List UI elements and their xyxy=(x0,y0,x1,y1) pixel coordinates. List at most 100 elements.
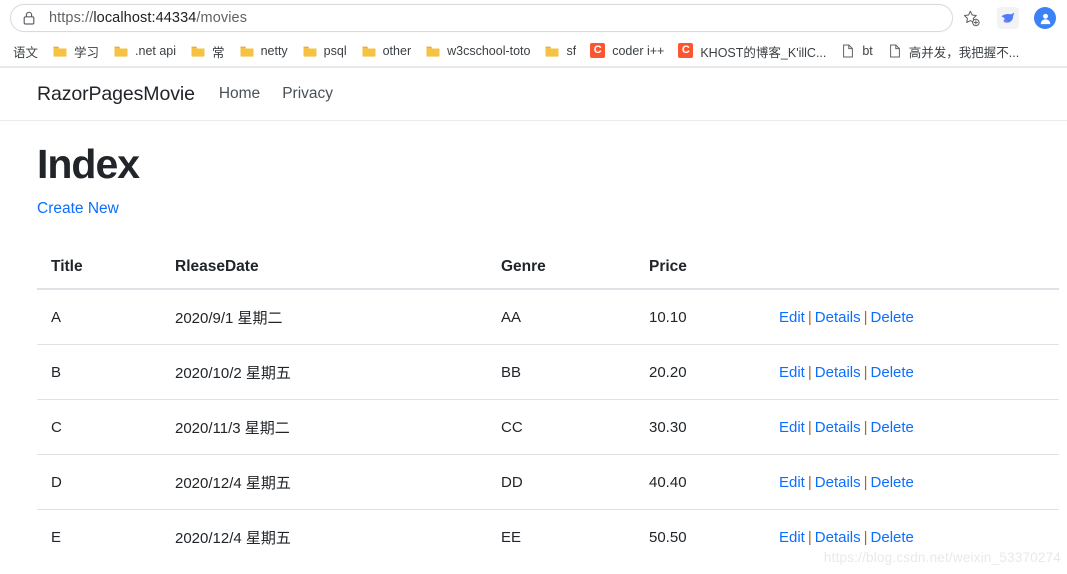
edit-link[interactable]: Edit xyxy=(779,419,805,436)
edit-link[interactable]: Edit xyxy=(779,474,805,491)
action-separator: | xyxy=(807,474,812,492)
bookmark-label: netty xyxy=(260,44,288,58)
cell-release-date: 2020/12/4 星期五 xyxy=(161,509,487,565)
action-separator: | xyxy=(863,529,868,547)
cell-release-date: 2020/12/4 星期五 xyxy=(161,454,487,510)
browser-chrome: https://localhost:44334/movies 语文 学习 .ne… xyxy=(0,0,1067,68)
bookmark-item[interactable]: w3cschool-toto xyxy=(418,39,537,63)
cell-title: E xyxy=(37,509,161,565)
delete-link[interactable]: Delete xyxy=(871,529,914,546)
bookmark-item[interactable]: psql xyxy=(295,39,354,63)
extension-bird-icon[interactable] xyxy=(994,4,1022,32)
action-separator: | xyxy=(863,419,868,437)
page-title: Index xyxy=(37,141,140,187)
create-new-link[interactable]: Create New xyxy=(37,200,119,218)
folder-icon xyxy=(544,43,560,59)
bookmark-label: other xyxy=(382,44,412,58)
bookmark-label: w3cschool-toto xyxy=(447,44,531,58)
table-row: A 2020/9/1 星期二 AA 10.10 Edit | Details | Del… xyxy=(37,288,1059,345)
details-link[interactable]: Details xyxy=(815,364,861,381)
cell-price: 50.50 xyxy=(635,509,765,565)
bookmark-item[interactable]: netty xyxy=(232,39,295,63)
bookmark-label: .net api xyxy=(135,44,177,58)
column-header-title: Title xyxy=(37,250,161,291)
browser-toolbar: https://localhost:44334/movies xyxy=(0,0,1067,36)
folder-icon xyxy=(302,43,318,59)
column-header-genre: Genre xyxy=(487,250,635,291)
cell-title: A xyxy=(37,288,161,345)
bookmark-item[interactable]: 学习 xyxy=(45,39,106,63)
url-scheme: https:// xyxy=(49,10,94,26)
details-link[interactable]: Details xyxy=(815,474,861,491)
bookmark-item[interactable]: .net api xyxy=(106,39,183,63)
delete-link[interactable]: Delete xyxy=(871,309,914,326)
edit-link[interactable]: Edit xyxy=(779,529,805,546)
details-link[interactable]: Details xyxy=(815,419,861,436)
folder-icon xyxy=(52,43,68,59)
bookmark-label: 常 xyxy=(212,45,225,60)
folder-icon xyxy=(361,43,377,59)
cell-genre: CC xyxy=(487,399,635,455)
cell-release-date: 2020/9/1 星期二 xyxy=(161,288,487,345)
cell-release-date: 2020/10/2 星期五 xyxy=(161,344,487,400)
nav-link-privacy[interactable]: Privacy xyxy=(282,85,333,103)
edit-link[interactable]: Edit xyxy=(779,309,805,326)
cell-title: B xyxy=(37,344,161,400)
csdn-icon: C xyxy=(678,43,694,59)
bookmark-item[interactable]: sf xyxy=(537,39,583,63)
action-separator: | xyxy=(863,364,868,382)
bookmark-item[interactable]: other xyxy=(354,39,419,63)
bookmark-item[interactable]: C KHOST的博客_K'illC... xyxy=(671,39,833,63)
details-link[interactable]: Details xyxy=(815,529,861,546)
delete-link[interactable]: Delete xyxy=(871,419,914,436)
cell-actions: Edit | Details | Delete xyxy=(765,288,1059,345)
bookmark-item[interactable]: C coder i++ xyxy=(583,39,671,63)
cell-price: 40.40 xyxy=(635,454,765,510)
bookmark-item[interactable]: 常 xyxy=(183,39,232,63)
bookmarks-bar[interactable]: 语文 学习 .net api 常 netty psql other w3csch… xyxy=(0,36,1067,67)
cell-genre: AA xyxy=(487,288,635,345)
column-header-price: Price xyxy=(635,250,765,291)
table-row: B 2020/10/2 星期五 BB 20.20 Edit | Details | De… xyxy=(37,344,1059,400)
details-link[interactable]: Details xyxy=(815,309,861,326)
folder-icon xyxy=(190,43,206,59)
bookmark-label: 学习 xyxy=(74,45,100,60)
cell-actions: Edit | Details | Delete xyxy=(765,454,1059,510)
brand-link[interactable]: RazorPagesMovie xyxy=(37,83,195,106)
delete-link[interactable]: Delete xyxy=(871,364,914,381)
url-path: /movies xyxy=(196,10,248,26)
lock-icon xyxy=(21,10,37,26)
folder-icon xyxy=(425,43,441,59)
table-header: Title RleaseDate Genre Price xyxy=(37,250,1059,291)
cell-price: 30.30 xyxy=(635,399,765,455)
table-row: C 2020/11/3 星期二 CC 30.30 Edit | Details | De… xyxy=(37,399,1059,455)
column-header-release-date: RleaseDate xyxy=(161,250,487,291)
address-bar[interactable]: https://localhost:44334/movies xyxy=(10,4,953,32)
table-row: D 2020/12/4 星期五 DD 40.40 Edit | Details | De… xyxy=(37,454,1059,510)
bookmark-label: coder i++ xyxy=(612,44,665,58)
address-bar-url[interactable]: https://localhost:44334/movies xyxy=(49,10,247,26)
folder-icon xyxy=(113,43,129,59)
delete-link[interactable]: Delete xyxy=(871,474,914,491)
page-icon xyxy=(840,43,856,59)
edit-link[interactable]: Edit xyxy=(779,364,805,381)
action-separator: | xyxy=(807,309,812,327)
cell-actions: Edit | Details | Delete xyxy=(765,399,1059,455)
bookmark-label: bt xyxy=(862,44,873,58)
cell-release-date: 2020/11/3 星期二 xyxy=(161,399,487,455)
bookmark-item[interactable]: 语文 xyxy=(6,39,45,63)
action-separator: | xyxy=(863,309,868,327)
cell-title: D xyxy=(37,454,161,510)
main-content: Index Create New Title RleaseDate Genre … xyxy=(0,121,1067,565)
bookmark-star-icon[interactable] xyxy=(957,4,985,32)
action-separator: | xyxy=(863,474,868,492)
table-header-row: Title RleaseDate Genre Price xyxy=(37,250,1059,291)
profile-avatar-icon[interactable] xyxy=(1031,4,1059,32)
cell-genre: EE xyxy=(487,509,635,565)
action-separator: | xyxy=(807,419,812,437)
bookmark-item[interactable]: bt xyxy=(833,39,879,63)
bookmark-label: sf xyxy=(566,44,577,58)
nav-link-home[interactable]: Home xyxy=(219,85,260,103)
bookmark-item[interactable]: 高并发，我把握不... xyxy=(880,39,1026,63)
site-navbar: RazorPagesMovie Home Privacy xyxy=(0,68,1067,121)
